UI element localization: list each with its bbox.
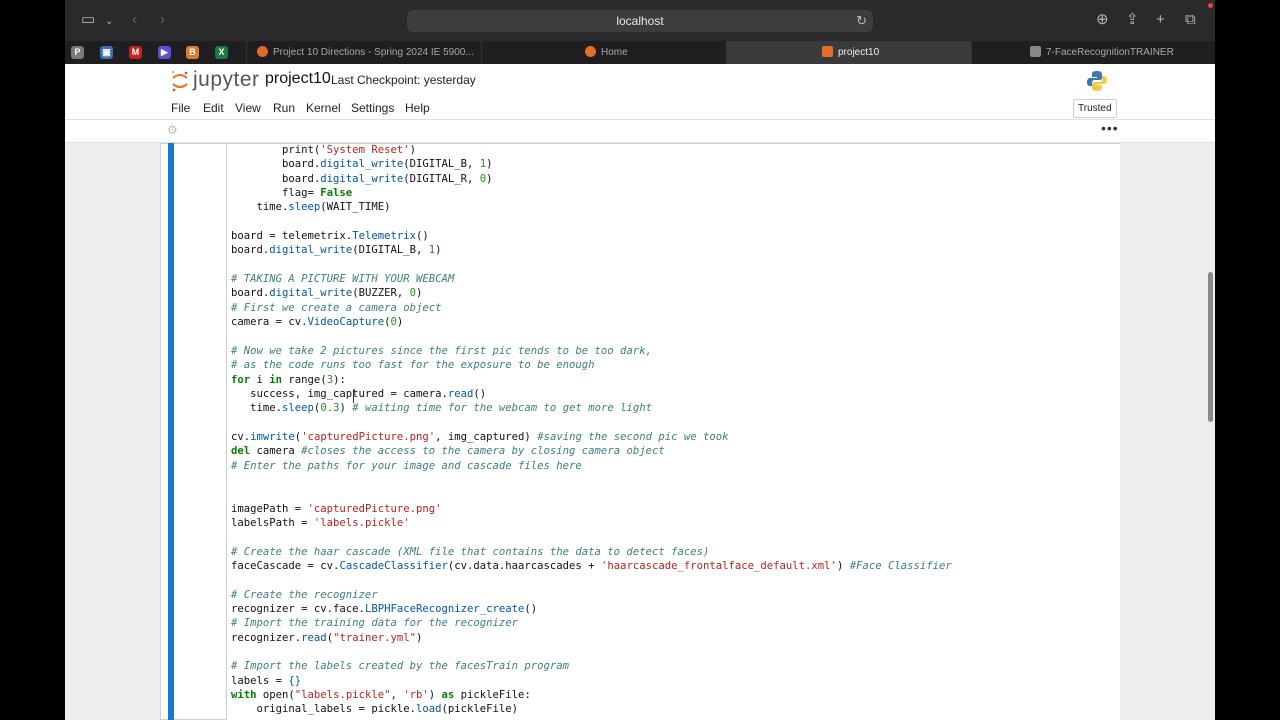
more-options-icon[interactable]: •••: [1101, 120, 1119, 136]
tab-favicon-icon: [1030, 45, 1041, 57]
code-line[interactable]: [231, 329, 952, 343]
code-line[interactable]: print('System Reset'): [231, 143, 952, 157]
menu-settings[interactable]: Settings: [351, 101, 394, 115]
browser-toolbar: ▭ ⌄ ‹ › localhost ↻ ⊕ ⇪ + ⧉: [65, 0, 1215, 41]
tab-bar: P ▣ M ▶ B X Project 10 Directions - Spri…: [65, 41, 1215, 64]
menu-help[interactable]: Help: [405, 101, 430, 115]
tab-label: Home: [601, 47, 628, 58]
favorite-b-icon[interactable]: B: [186, 46, 199, 59]
favorite-excel-icon[interactable]: X: [215, 46, 228, 59]
code-line[interactable]: labels = {}: [231, 674, 952, 688]
code-line[interactable]: board.digital_write(DIGITAL_R, 0): [231, 172, 952, 186]
code-line[interactable]: # TAKING A PICTURE WITH YOUR WEBCAM: [231, 272, 952, 286]
tab-favicon-icon: [585, 45, 596, 57]
download-icon[interactable]: ⊕: [1096, 11, 1109, 29]
text-cursor: [353, 389, 354, 403]
tab-overview-icon[interactable]: ⧉: [1185, 11, 1196, 29]
share-icon[interactable]: ⇪: [1126, 11, 1139, 29]
code-line[interactable]: for i in range(3):: [231, 373, 952, 387]
code-line[interactable]: original_labels = pickle.load(pickleFile…: [231, 702, 952, 716]
code-line[interactable]: board.digital_write(DIGITAL_B, 1): [231, 243, 952, 257]
tab-project-directions[interactable]: Project 10 Directions - Spring 2024 IE 5…: [246, 41, 481, 64]
trusted-badge[interactable]: Trusted: [1073, 99, 1117, 118]
favorite-video-icon[interactable]: ▶: [158, 46, 171, 59]
favorite-p-icon[interactable]: P: [71, 46, 84, 59]
new-tab-icon[interactable]: +: [1156, 11, 1165, 29]
code-line[interactable]: camera = cv.VideoCapture(0): [231, 315, 952, 329]
code-line[interactable]: # First we create a camera object: [231, 301, 952, 315]
menu-run[interactable]: Run: [273, 101, 295, 115]
tab-home[interactable]: Home: [481, 41, 726, 64]
forward-icon[interactable]: ›: [160, 11, 165, 29]
menu-bar: File Edit View Run Kernel Settings Help …: [65, 98, 1215, 120]
address-bar[interactable]: localhost ↻: [407, 10, 873, 32]
gear-icon[interactable]: ⚙: [167, 123, 178, 137]
tab-label: 7-FaceRecognitionTRAINER: [1046, 47, 1174, 58]
code-line[interactable]: [231, 258, 952, 272]
menu-view[interactable]: View: [235, 101, 261, 115]
code-line[interactable]: faceCascade = cv.CascadeClassifier(cv.da…: [231, 559, 952, 573]
python-kernel-icon: [1087, 71, 1107, 91]
tab-label: Project 10 Directions - Spring 2024 IE 5…: [273, 47, 474, 58]
code-line[interactable]: time.sleep(0.3) # waiting time for the w…: [231, 401, 952, 415]
code-line[interactable]: board.digital_write(DIGITAL_B, 1): [231, 157, 952, 171]
sidebar-toggle-icon[interactable]: ▭: [81, 11, 95, 29]
code-line[interactable]: [231, 573, 952, 587]
code-line[interactable]: time.sleep(WAIT_TIME): [231, 200, 952, 214]
notebook-toolbar: ⚙ •••: [65, 120, 1215, 143]
code-line[interactable]: [231, 473, 952, 487]
reload-icon[interactable]: ↻: [856, 10, 867, 32]
code-line[interactable]: recognizer.read("trainer.yml"): [231, 631, 952, 645]
jupyter-logo-icon[interactable]: [170, 69, 190, 93]
code-line[interactable]: imagePath = 'capturedPicture.png': [231, 502, 952, 516]
tab-favicon-icon: [822, 45, 833, 57]
back-icon[interactable]: ‹: [132, 11, 137, 29]
code-line[interactable]: # Enter the paths for your image and cas…: [231, 459, 952, 473]
jupyter-header: jupyter project10 Last Checkpoint: yeste…: [65, 64, 1215, 98]
recording-indicator: [1208, 3, 1213, 8]
tab-favicon-icon: [257, 45, 268, 57]
code-line[interactable]: [231, 487, 952, 501]
code-line[interactable]: labelsPath = 'labels.pickle': [231, 516, 952, 530]
code-line[interactable]: # Create the haar cascade (XML file that…: [231, 545, 952, 559]
code-line[interactable]: recognizer = cv.face.LBPHFaceRecognizer_…: [231, 602, 952, 616]
code-line[interactable]: # Now we take 2 pictures since the first…: [231, 344, 952, 358]
vertical-scrollbar[interactable]: [1208, 272, 1213, 422]
jupyter-wordmark: jupyter: [193, 68, 260, 91]
code-line[interactable]: # as the code runs too fast for the expo…: [231, 358, 952, 372]
code-line[interactable]: # Import the labels created by the faces…: [231, 659, 952, 673]
code-line[interactable]: flag= False: [231, 186, 952, 200]
code-line[interactable]: cv.imwrite('capturedPicture.png', img_ca…: [231, 430, 952, 444]
tab-project10[interactable]: project10: [726, 41, 971, 64]
code-line[interactable]: [231, 215, 952, 229]
code-line[interactable]: del camera #closes the access to the cam…: [231, 444, 952, 458]
code-line[interactable]: [231, 416, 952, 430]
code-line[interactable]: with open("labels.pickle", 'rb') as pick…: [231, 688, 952, 702]
tab-face-recognition-trainer[interactable]: 7-FaceRecognitionTRAINER: [971, 41, 1215, 64]
menu-edit[interactable]: Edit: [203, 101, 224, 115]
code-line[interactable]: board = telemetrix.Telemetrix(): [231, 229, 952, 243]
code-content[interactable]: print('System Reset') board.digital_writ…: [231, 143, 952, 717]
menu-kernel[interactable]: Kernel: [306, 101, 341, 115]
notebook-name[interactable]: project10: [265, 70, 331, 88]
code-line[interactable]: # Create the recognizer: [231, 588, 952, 602]
chevron-down-icon[interactable]: ⌄: [105, 13, 113, 31]
code-line[interactable]: board.digital_write(BUZZER, 0): [231, 286, 952, 300]
address-text: localhost: [616, 14, 664, 28]
browser-window: ▭ ⌄ ‹ › localhost ↻ ⊕ ⇪ + ⧉ P ▣ M ▶ B X …: [65, 0, 1215, 720]
code-line[interactable]: [231, 530, 952, 544]
menu-file[interactable]: File: [171, 101, 190, 115]
code-line[interactable]: success, img_captured = camera.read(): [231, 387, 952, 401]
favorite-gmail-icon[interactable]: M: [129, 46, 142, 59]
last-checkpoint: Last Checkpoint: yesterday: [331, 73, 476, 87]
favorite-drive-icon[interactable]: ▣: [100, 46, 113, 59]
tab-label: project10: [838, 47, 880, 58]
code-line[interactable]: # Import the training data for the recog…: [231, 616, 952, 630]
code-line[interactable]: [231, 645, 952, 659]
active-cell-indicator: [168, 143, 174, 720]
